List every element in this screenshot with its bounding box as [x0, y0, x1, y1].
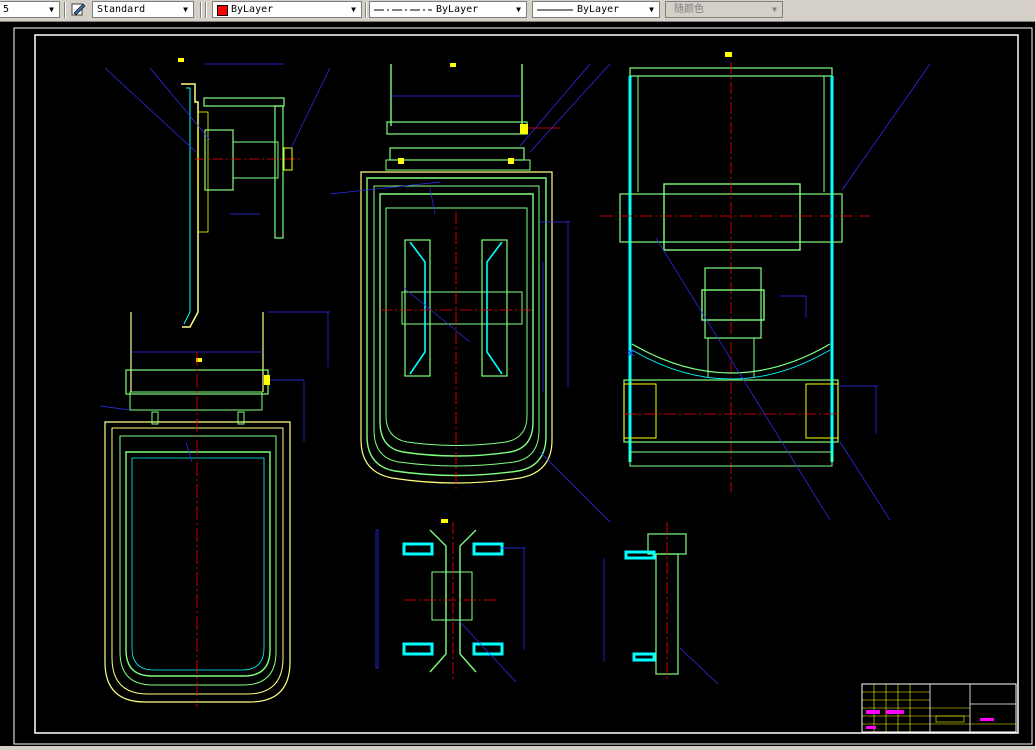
toolbar-separator — [200, 2, 202, 18]
sheet-outer-border — [13, 27, 1033, 745]
properties-toolbar: 5 ▼ Standard ▼ ByLayer ▼ ByLayer ▼ ByLay… — [0, 0, 1035, 22]
chevron-down-icon[interactable]: ▼ — [44, 2, 59, 17]
pulley-detail-view — [375, 519, 526, 683]
lineweight-dropdown[interactable]: ByLayer ▼ — [532, 1, 660, 18]
solid-line-icon — [537, 9, 573, 11]
dash-dot-line-icon — [374, 9, 432, 11]
drawing-canvas[interactable] — [0, 22, 1035, 746]
chevron-down-icon[interactable]: ▼ — [511, 2, 526, 17]
side-view-top-left — [104, 58, 331, 328]
lineweight-value: ByLayer — [577, 4, 620, 15]
color-value: ByLayer — [231, 4, 274, 15]
front-view-left — [99, 311, 330, 707]
cad-drawing — [13, 27, 1033, 745]
chevron-down-icon[interactable]: ▼ — [644, 2, 659, 17]
toolbar-separator — [365, 2, 367, 18]
title-block — [861, 683, 1017, 733]
dimstyle-value: 5 — [3, 4, 10, 15]
chevron-down-icon[interactable]: ▼ — [767, 2, 782, 17]
linetype-value: ByLayer — [436, 4, 479, 15]
dimstyle-dropdown[interactable]: 5 ▼ — [0, 1, 60, 18]
text-style-icon[interactable] — [70, 1, 88, 18]
toolbar-separator — [205, 2, 207, 18]
chevron-down-icon[interactable]: ▼ — [346, 2, 361, 17]
color-swatch-icon — [217, 5, 228, 16]
textstyle-dropdown[interactable]: Standard ▼ — [92, 1, 194, 18]
color-dropdown[interactable]: ByLayer ▼ — [212, 1, 362, 18]
textstyle-value: Standard — [97, 4, 146, 15]
center-section-view — [329, 63, 611, 523]
shaft-detail-view — [603, 522, 719, 685]
linetype-dropdown[interactable]: ByLayer ▼ — [369, 1, 527, 18]
plotstyle-dropdown[interactable]: 随颜色 ▼ — [665, 1, 783, 18]
right-side-view — [600, 52, 931, 521]
plotstyle-value: 随颜色 — [674, 4, 704, 15]
chevron-down-icon[interactable]: ▼ — [178, 2, 193, 17]
toolbar-separator — [64, 2, 66, 18]
